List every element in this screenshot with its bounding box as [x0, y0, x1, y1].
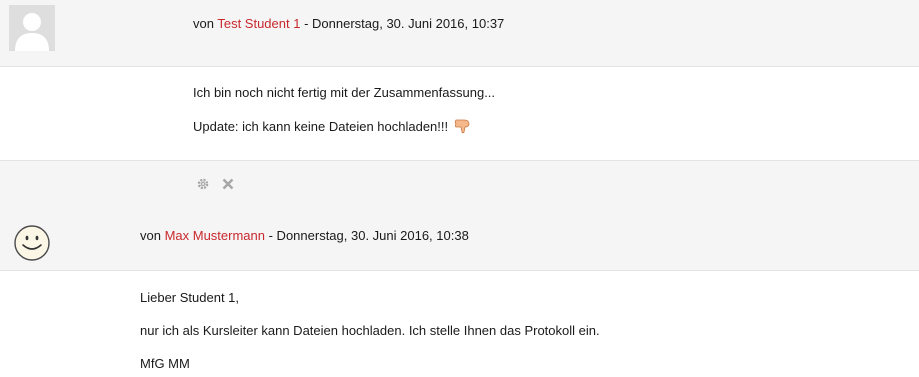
byline-prefix: von	[193, 16, 218, 31]
post-line: nur ich als Kursleiter kann Dateien hoch…	[140, 323, 600, 338]
post-tools-bar	[0, 160, 919, 210]
post-line: MfG MM	[140, 356, 190, 371]
post-date: - Donnerstag, 30. Juni 2016, 10:38	[265, 228, 469, 243]
author-link[interactable]: Max Mustermann	[165, 228, 265, 243]
user-avatar-smiley[interactable]	[13, 224, 51, 262]
user-silhouette-icon	[9, 5, 55, 51]
post-header: von Max Mustermann - Donnerstag, 30. Jun…	[0, 208, 919, 271]
post-content: Ich bin noch nicht fertig mit der Zusamm…	[0, 67, 919, 159]
post-header: von Test Student 1 - Donnerstag, 30. Jun…	[0, 0, 919, 67]
post-line: Update: ich kann keine Dateien hochladen…	[193, 118, 471, 137]
author-link[interactable]: Test Student 1	[217, 16, 300, 31]
post-content: Lieber Student 1, nur ich als Kursleiter…	[0, 271, 919, 377]
byline-prefix: von	[140, 228, 165, 243]
post-date: - Donnerstag, 30. Juni 2016, 10:37	[300, 16, 505, 31]
thumbs-down-icon	[454, 118, 471, 137]
gear-icon[interactable]	[197, 178, 209, 193]
post-byline: von Test Student 1 - Donnerstag, 30. Jun…	[193, 16, 504, 31]
post-line: Ich bin noch nicht fertig mit der Zusamm…	[193, 85, 496, 100]
forum-post-2: von Max Mustermann - Donnerstag, 30. Jun…	[0, 208, 919, 377]
user-avatar-default[interactable]	[9, 5, 55, 51]
smiley-icon	[14, 225, 50, 261]
post-line: Lieber Student 1,	[140, 290, 240, 305]
post-byline: von Max Mustermann - Donnerstag, 30. Jun…	[140, 228, 469, 243]
close-icon[interactable]	[222, 178, 234, 193]
